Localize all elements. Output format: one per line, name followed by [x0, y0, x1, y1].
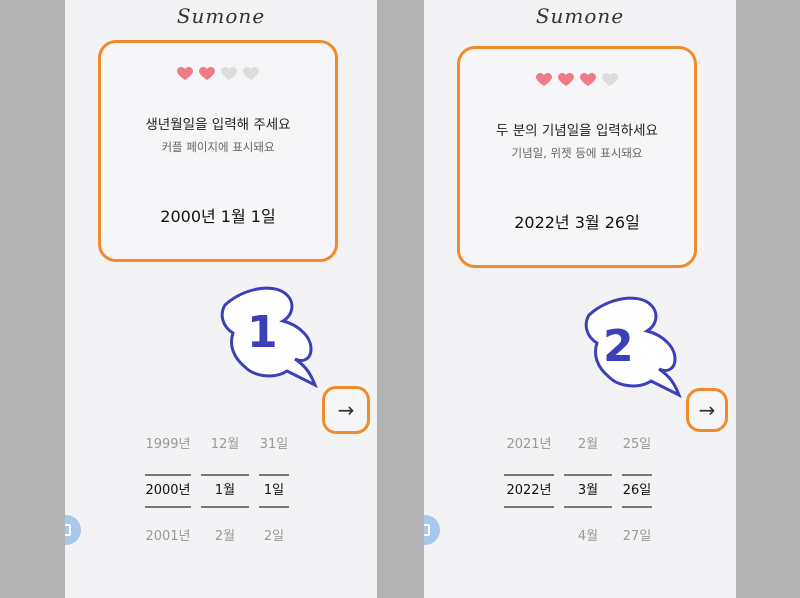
pointing-hand-icon: 1	[220, 286, 318, 389]
pointing-hand-icon: 2	[584, 296, 682, 399]
heart-filled-icon	[177, 67, 193, 80]
heart-empty-icon	[602, 73, 618, 86]
heart-filled-icon	[199, 67, 215, 80]
progress-hearts	[101, 67, 335, 81]
card-subtitle: 기념일, 위젯 등에 표시돼요	[511, 146, 643, 160]
picker-year-prev[interactable]: 2021년	[506, 430, 551, 460]
widget-icon	[65, 524, 71, 536]
step-number: 1	[247, 307, 278, 358]
next-button[interactable]: →	[686, 388, 728, 432]
picker-day-prev[interactable]: 25일	[623, 430, 652, 460]
arrow-right-icon: →	[698, 398, 716, 422]
brand-logo: Sumone	[176, 4, 266, 28]
selected-date: 2022년 3월 26일	[514, 213, 640, 232]
heart-empty-icon	[221, 67, 237, 80]
anniversary-card: 두 분의 기념일을 입력하세요 기념일, 위젯 등에 표시돼요 2022년 3월…	[457, 46, 697, 268]
picker-month-next[interactable]: 4월	[578, 522, 598, 552]
day-column[interactable]: 31일 1일 2일	[259, 430, 289, 552]
date-picker[interactable]: 2021년 2022년 2월 3월 4월 25일 26일 27일	[504, 430, 652, 552]
heart-filled-icon	[558, 73, 574, 86]
floating-widget-button[interactable]	[424, 515, 440, 545]
picker-year-selected[interactable]: 2022년	[506, 476, 551, 506]
picker-month-prev[interactable]: 2월	[578, 430, 598, 460]
picker-month-prev[interactable]: 12월	[211, 430, 240, 460]
card-subtitle: 커플 페이지에 표시돼요	[161, 140, 275, 154]
card-title: 두 분의 기념일을 입력하세요	[496, 123, 658, 139]
selected-date: 2000년 1월 1일	[160, 207, 276, 226]
day-column[interactable]: 25일 26일 27일	[622, 430, 652, 552]
picker-year-prev[interactable]: 1999년	[145, 430, 190, 460]
phone-screen-1: Sumone 생년월일을 입력해 주세요 커플 페이지에 표시돼요 2000년 …	[65, 0, 377, 598]
widget-icon	[424, 524, 430, 536]
progress-hearts	[460, 73, 694, 87]
month-column[interactable]: 12월 1월 2월	[201, 430, 249, 552]
floating-widget-button[interactable]	[65, 515, 81, 545]
picker-month-selected[interactable]: 3월	[578, 476, 598, 506]
step-number: 2	[603, 321, 634, 372]
picker-month-next[interactable]: 2월	[215, 522, 235, 552]
picker-year-selected[interactable]: 2000년	[145, 476, 190, 506]
year-column[interactable]: 1999년 2000년 2001년	[145, 430, 191, 552]
heart-empty-icon	[243, 67, 259, 80]
picker-day-prev[interactable]: 31일	[260, 430, 289, 460]
phone-screen-2: Sumone 두 분의 기념일을 입력하세요 기념일, 위젯 등에 표시돼요 2…	[424, 0, 736, 598]
date-picker[interactable]: 1999년 2000년 2001년 12월 1월 2월 31일 1일 2일	[145, 430, 289, 552]
picker-month-selected[interactable]: 1월	[215, 476, 235, 506]
picker-day-next[interactable]: 27일	[623, 522, 652, 552]
month-column[interactable]: 2월 3월 4월	[564, 430, 612, 552]
picker-day-next[interactable]: 2일	[264, 522, 284, 552]
year-column[interactable]: 2021년 2022년	[504, 430, 554, 552]
arrow-right-icon: →	[337, 398, 355, 422]
heart-filled-icon	[536, 73, 552, 86]
card-title: 생년월일을 입력해 주세요	[145, 117, 291, 133]
next-button[interactable]: →	[322, 386, 370, 434]
picker-year-next[interactable]: 2001년	[145, 522, 190, 552]
birthday-card: 생년월일을 입력해 주세요 커플 페이지에 표시돼요 2000년 1월 1일	[98, 40, 338, 262]
brand-logo: Sumone	[535, 4, 625, 28]
picker-day-selected[interactable]: 1일	[264, 476, 284, 506]
picker-day-selected[interactable]: 26일	[623, 476, 652, 506]
heart-filled-icon	[580, 73, 596, 86]
